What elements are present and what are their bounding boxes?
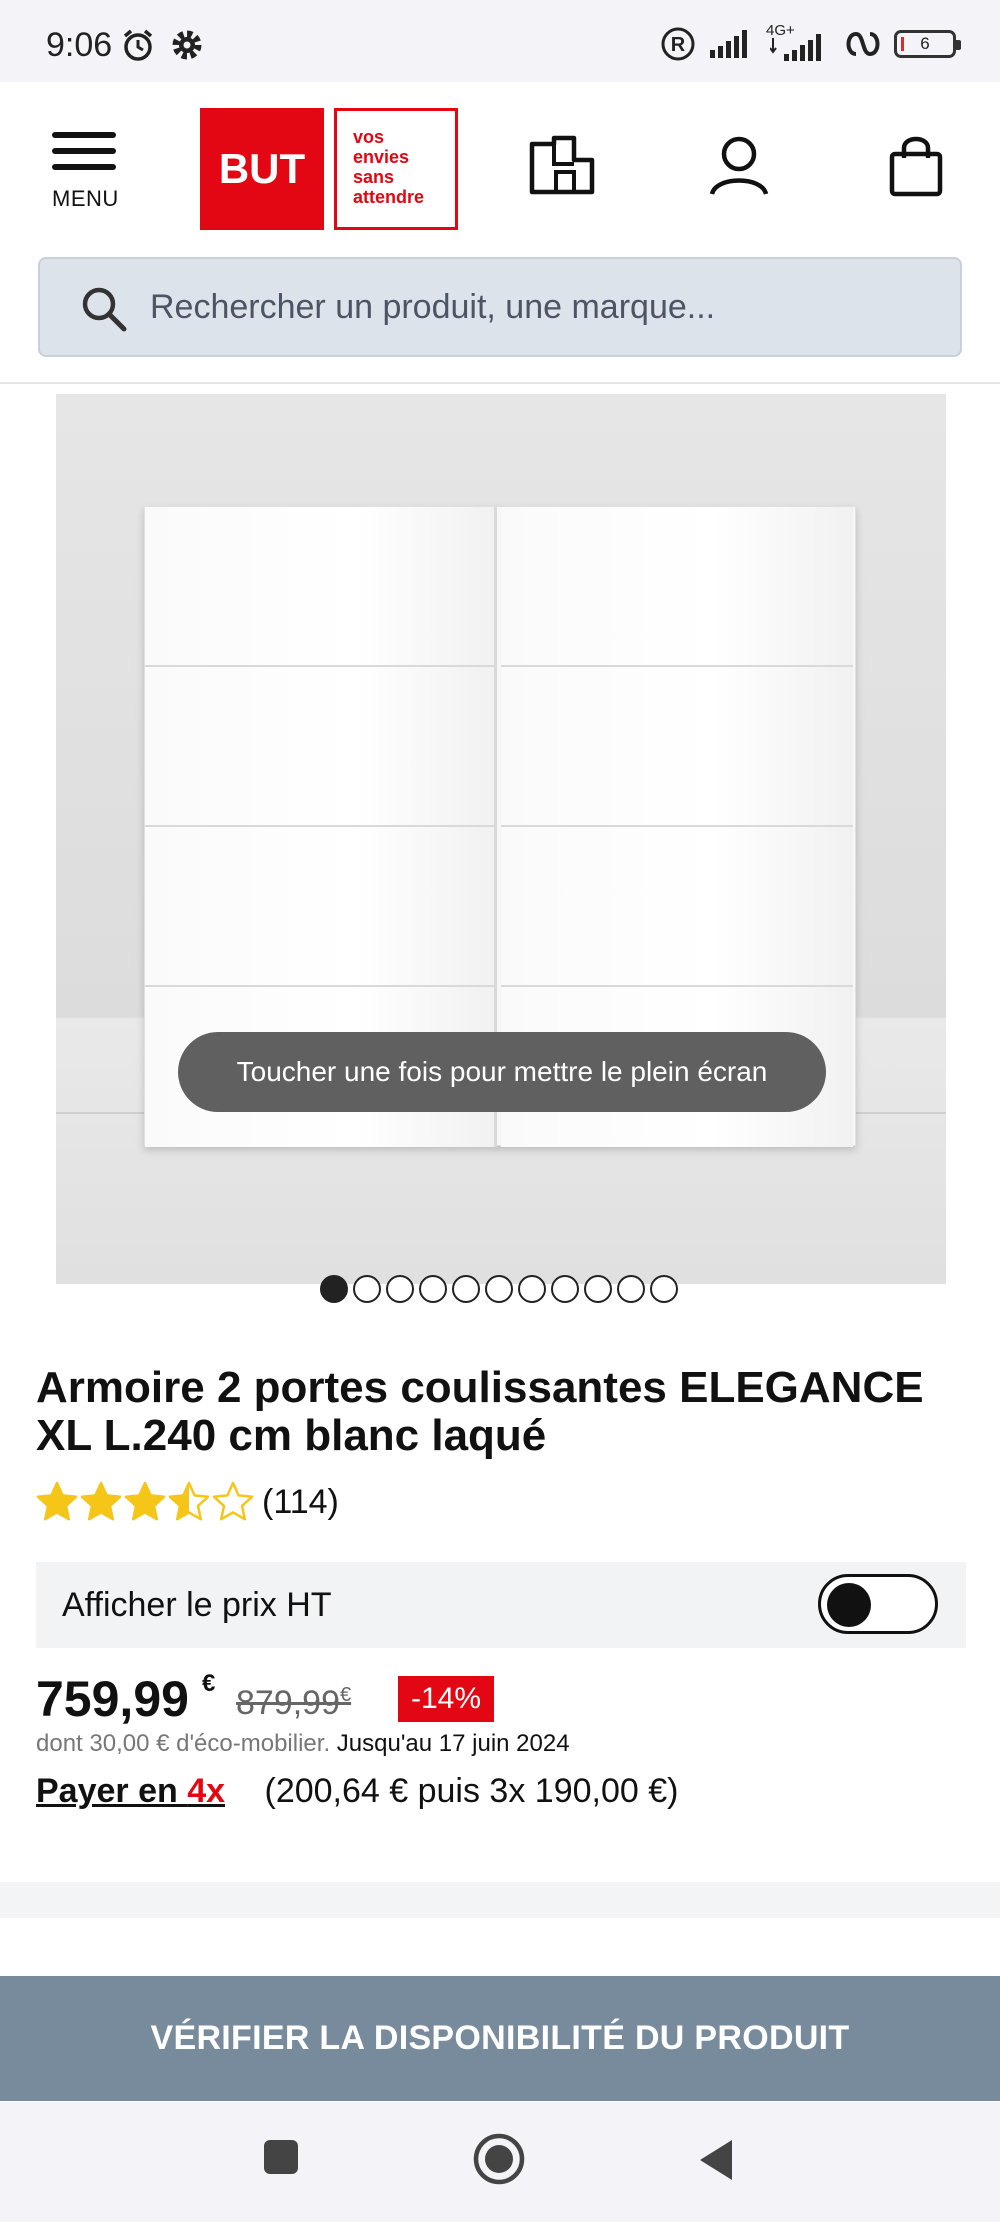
- price-ht-label: Afficher le prix HT: [62, 1586, 332, 1624]
- product-title: Armoire 2 portes coulissantes ELEGANCE X…: [36, 1363, 924, 1460]
- installment-row: Payer en 4x (200,64 € puis 3x 190,00 €): [36, 1772, 678, 1816]
- carousel-dot[interactable]: [518, 1275, 546, 1303]
- registered-icon: R: [661, 27, 695, 61]
- hamburger-icon: [52, 132, 116, 138]
- price-ht-toggle[interactable]: [818, 1574, 938, 1634]
- carousel-indicator[interactable]: [320, 1275, 678, 1303]
- carousel-dot[interactable]: [320, 1275, 348, 1303]
- star-full-icon: [80, 1481, 122, 1521]
- product-rating[interactable]: (114): [36, 1480, 339, 1524]
- discount-badge: -14%: [398, 1676, 494, 1722]
- carousel-dot[interactable]: [353, 1275, 381, 1303]
- account-icon[interactable]: [708, 134, 770, 198]
- star-empty-icon: [212, 1481, 254, 1521]
- eco-contribution: dont 30,00 € d'éco-mobilier. Jusqu'au 17…: [36, 1730, 570, 1758]
- store-icon[interactable]: [528, 134, 596, 198]
- battery-icon: 6: [894, 30, 961, 58]
- carousel-dot[interactable]: [386, 1275, 414, 1303]
- carousel-dot[interactable]: [650, 1275, 678, 1303]
- carousel-dot[interactable]: [584, 1275, 612, 1303]
- star-full-icon: [36, 1481, 78, 1521]
- current-price-currency: €: [202, 1670, 216, 1697]
- pay-4x-link[interactable]: Payer en 4x: [36, 1772, 225, 1810]
- logo-mark: BUT: [200, 108, 324, 230]
- search-icon[interactable]: [80, 285, 128, 333]
- star-half-icon: [168, 1481, 210, 1521]
- divider: [0, 382, 1000, 384]
- old-price: 879,99€: [236, 1684, 352, 1722]
- carousel-dot[interactable]: [551, 1275, 579, 1303]
- logo-tagline: vos envies sans attendre: [334, 108, 458, 230]
- cart-icon[interactable]: [888, 134, 944, 198]
- status-bar: 9:06 R 4G+ 6: [0, 0, 1000, 82]
- product-image[interactable]: Toucher une fois pour mettre le plein éc…: [56, 394, 946, 1284]
- eco-amount: dont 30,00 € d'éco-mobilier.: [36, 1730, 331, 1757]
- brand-logo[interactable]: BUT vos envies sans attendre: [200, 108, 458, 230]
- status-time: 9:06: [46, 26, 113, 64]
- current-price: 759,99: [36, 1671, 189, 1727]
- settings-icon: [172, 30, 202, 60]
- review-count[interactable]: (114): [262, 1483, 339, 1522]
- system-nav-bar: [0, 2102, 1000, 2222]
- toggle-knob: [827, 1583, 871, 1627]
- fullscreen-hint-toast: Toucher une fois pour mettre le plein éc…: [178, 1032, 826, 1112]
- carousel-dot[interactable]: [419, 1275, 447, 1303]
- installment-detail: (200,64 € puis 3x 190,00 €): [264, 1772, 679, 1810]
- signal-icon: [710, 30, 747, 58]
- hotspot-icon: [846, 31, 880, 57]
- search-input[interactable]: [150, 259, 930, 355]
- section-divider: [0, 1882, 1000, 1918]
- price-ht-row: Afficher le prix HT: [36, 1562, 966, 1648]
- signal-4g-icon: 4G+: [766, 22, 832, 62]
- back-icon[interactable]: [696, 2138, 736, 2182]
- star-full-icon: [124, 1481, 166, 1521]
- alarm-icon: [123, 29, 153, 61]
- carousel-dot[interactable]: [485, 1275, 513, 1303]
- check-availability-button[interactable]: VÉRIFIER LA DISPONIBILITÉ DU PRODUIT: [0, 1976, 1000, 2101]
- search-bar[interactable]: [38, 257, 962, 357]
- carousel-dot[interactable]: [617, 1275, 645, 1303]
- carousel-dot[interactable]: [452, 1275, 480, 1303]
- svg-text:R: R: [671, 34, 686, 56]
- eco-date: Jusqu'au 17 juin 2024: [336, 1730, 570, 1757]
- recent-apps-icon[interactable]: [262, 2138, 300, 2176]
- menu-label: MENU: [52, 186, 119, 211]
- home-icon[interactable]: [472, 2132, 526, 2186]
- site-header: MENU BUT vos envies sans attendre: [0, 82, 1000, 250]
- rating-stars: [36, 1481, 256, 1523]
- menu-button[interactable]: MENU: [50, 132, 120, 212]
